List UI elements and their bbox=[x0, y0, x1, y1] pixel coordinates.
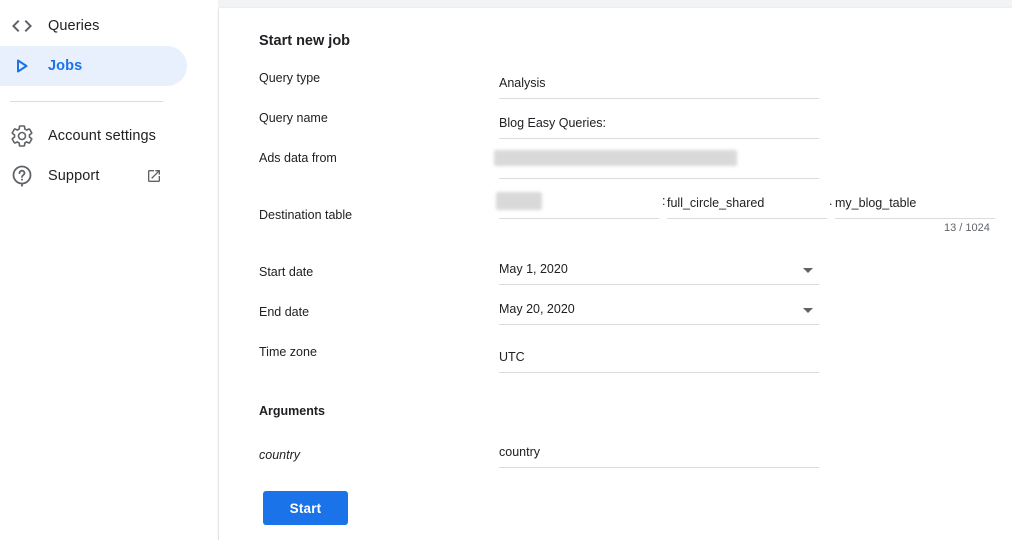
character-counter: 13 / 1024 bbox=[944, 222, 990, 234]
time-zone-label: Time zone bbox=[259, 345, 317, 359]
start-date-select[interactable]: May 1, 2020 bbox=[499, 254, 819, 285]
table-separator: . bbox=[829, 194, 833, 208]
help-icon bbox=[12, 165, 32, 187]
chevron-down-icon bbox=[803, 268, 813, 273]
arg-country-value: country bbox=[499, 445, 540, 459]
destination-table-label: Destination table bbox=[259, 208, 353, 222]
dataset-separator: : bbox=[662, 194, 666, 208]
sidebar-item-label: Queries bbox=[48, 18, 100, 34]
ads-data-label: Ads data from bbox=[259, 151, 337, 165]
time-zone-field[interactable]: UTC bbox=[499, 342, 819, 373]
gear-icon bbox=[11, 125, 33, 147]
query-name-label: Query name bbox=[259, 111, 328, 125]
destination-dataset-value: full_circle_shared bbox=[667, 196, 765, 210]
arguments-heading: Arguments bbox=[259, 404, 325, 418]
sidebar-item-label: Jobs bbox=[48, 58, 83, 74]
play-icon bbox=[17, 59, 28, 73]
ads-data-field[interactable] bbox=[494, 148, 819, 179]
query-name-field[interactable]: Blog Easy Queries: bbox=[499, 108, 819, 139]
sidebar-item-account-settings[interactable]: Account settings bbox=[0, 116, 187, 156]
destination-dataset-field[interactable]: full_circle_shared bbox=[667, 188, 827, 219]
sidebar-item-queries[interactable]: Queries bbox=[0, 6, 187, 46]
start-button[interactable]: Start bbox=[263, 491, 348, 525]
sidebar-divider bbox=[10, 101, 163, 102]
chevron-down-icon bbox=[803, 308, 813, 313]
open-in-new-icon[interactable] bbox=[146, 168, 162, 184]
start-date-label: Start date bbox=[259, 265, 314, 279]
job-form-card: Start new job Query type Analysis Query … bbox=[219, 8, 1012, 540]
destination-table-value: my_blog_table bbox=[835, 196, 917, 210]
sidebar-item-support[interactable]: Support bbox=[0, 156, 187, 196]
redacted-value bbox=[494, 150, 737, 166]
query-type-field[interactable]: Analysis bbox=[499, 68, 819, 99]
form-title: Start new job bbox=[259, 33, 351, 49]
sidebar-item-label: Account settings bbox=[48, 128, 156, 144]
query-name-value: Blog Easy Queries: bbox=[499, 116, 606, 130]
time-zone-value: UTC bbox=[499, 350, 525, 364]
query-type-label: Query type bbox=[259, 71, 321, 85]
query-type-value: Analysis bbox=[499, 76, 546, 90]
redacted-value bbox=[496, 192, 542, 210]
arg-country-label: country bbox=[259, 448, 300, 462]
destination-project-field[interactable] bbox=[496, 188, 659, 219]
end-date-value: May 20, 2020 bbox=[499, 302, 575, 316]
end-date-select[interactable]: May 20, 2020 bbox=[499, 294, 819, 325]
destination-table-field[interactable]: my_blog_table bbox=[835, 188, 995, 219]
start-date-value: May 1, 2020 bbox=[499, 262, 568, 276]
sidebar-item-label: Support bbox=[48, 168, 100, 184]
sidebar: Queries Jobs Account settings Support bbox=[0, 0, 218, 540]
sidebar-item-jobs[interactable]: Jobs bbox=[0, 46, 187, 86]
code-icon bbox=[12, 20, 32, 32]
arg-country-field[interactable]: country bbox=[499, 437, 819, 468]
end-date-label: End date bbox=[259, 305, 310, 319]
